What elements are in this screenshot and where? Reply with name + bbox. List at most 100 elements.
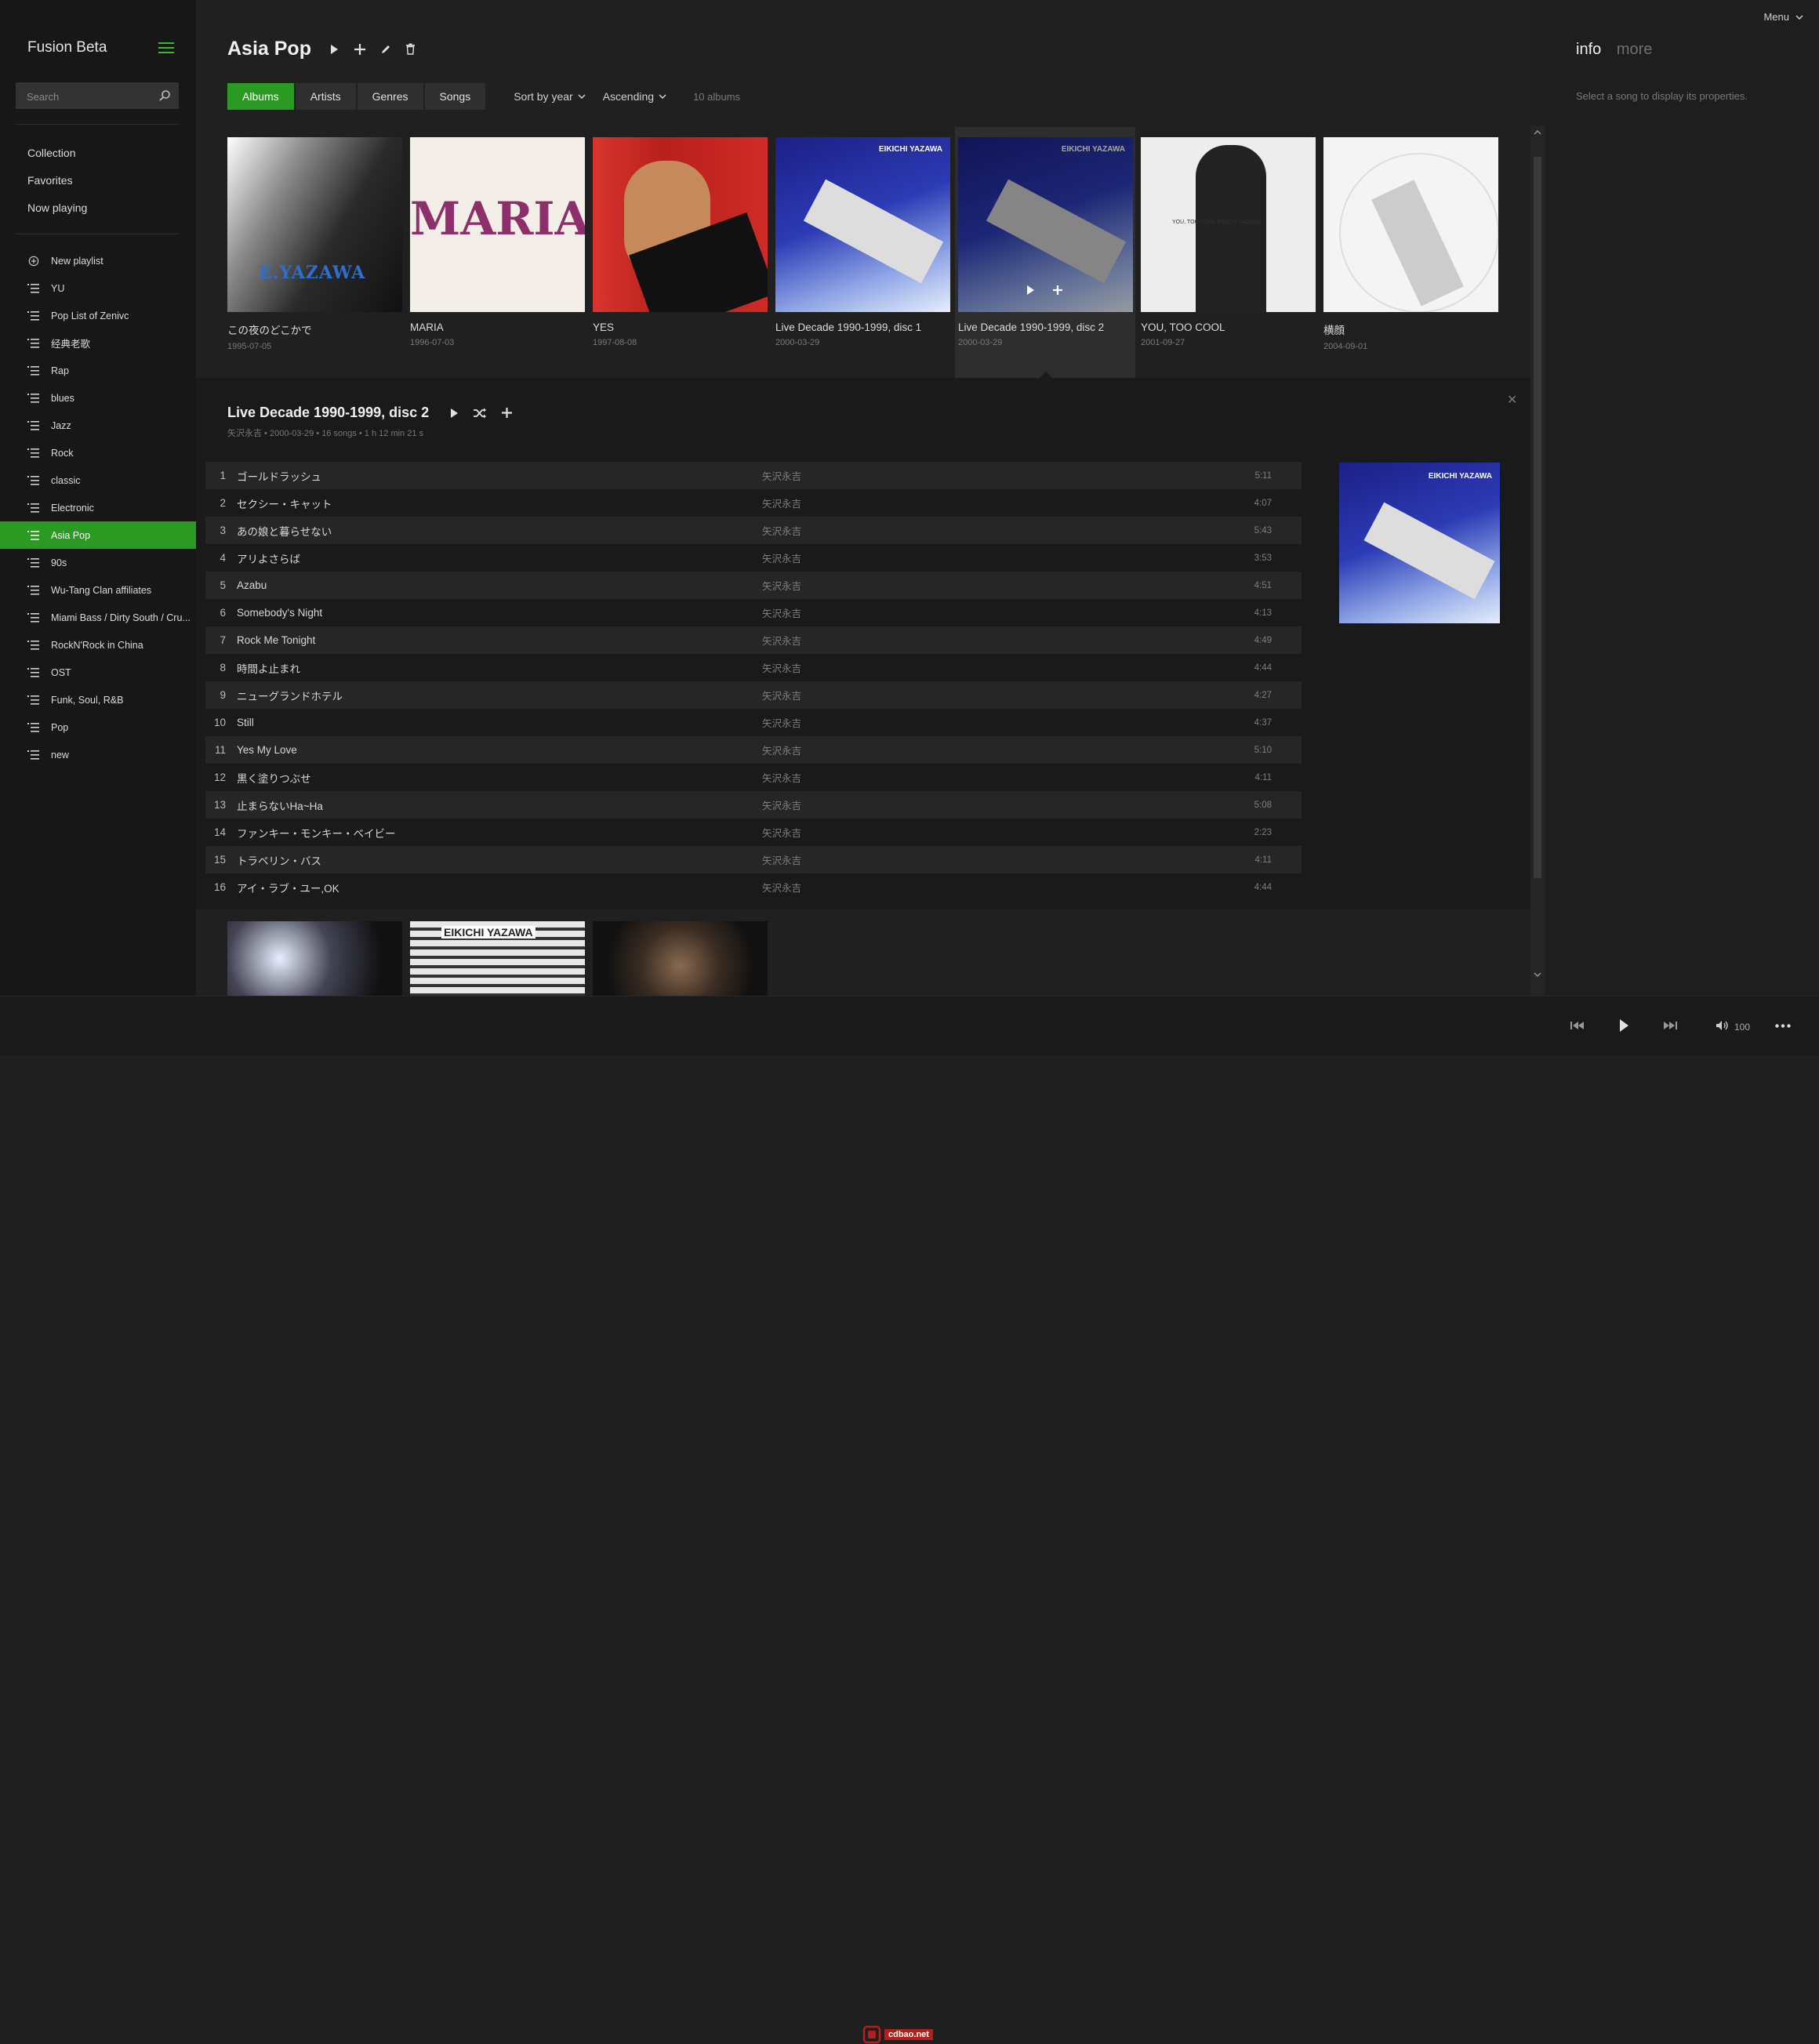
playlist-list: New playlist YU Pop List of Zenivc 经典老歌 Rap… <box>0 247 196 768</box>
sidebar-playlist-item[interactable]: Funk, Soul, R&B <box>0 686 196 713</box>
play-album-button[interactable] <box>449 408 459 419</box>
nav-favorites[interactable]: Favorites <box>0 167 196 194</box>
tab-genres[interactable]: Genres <box>357 83 423 110</box>
track-row[interactable]: 6 Somebody's Night 矢沢永吉 4:13 <box>205 599 1302 626</box>
track-row[interactable]: 7 Rock Me Tonight 矢沢永吉 4:49 <box>205 626 1302 654</box>
sidebar-playlist-item[interactable]: Jazz <box>0 412 196 439</box>
track-row[interactable]: 2 セクシー・キャット 矢沢永吉 4:07 <box>205 489 1302 517</box>
track-artist[interactable]: 矢沢永吉 <box>762 797 1209 812</box>
add-album-button[interactable] <box>501 407 513 419</box>
cover-text: MARIA <box>410 192 585 245</box>
track-row[interactable]: 15 トラベリン・バス 矢沢永吉 4:11 <box>205 846 1302 873</box>
track-row[interactable]: 8 時間よ止まれ 矢沢永吉 4:44 <box>205 654 1302 681</box>
delete-button[interactable] <box>405 43 416 55</box>
close-icon[interactable]: ✕ <box>1507 392 1517 408</box>
track-row[interactable]: 16 アイ・ラブ・ユー,OK 矢沢永吉 4:44 <box>205 873 1302 901</box>
album-card[interactable] <box>593 921 768 996</box>
sidebar-playlist-item[interactable]: Wu-Tang Clan affiliates <box>0 576 196 604</box>
album-card[interactable]: 横顔 2004-09-01 <box>1323 137 1498 351</box>
next-track-icon[interactable] <box>1662 1020 1678 1031</box>
track-artist[interactable]: 矢沢永吉 <box>762 496 1209 510</box>
track-row[interactable]: 12 黒く塗りつぶせ 矢沢永吉 4:11 <box>205 764 1302 791</box>
track-artist[interactable]: 矢沢永吉 <box>762 825 1209 840</box>
tab-albums[interactable]: Albums <box>227 83 294 110</box>
album-card[interactable]: YOU, TOO COOL EIKICHI YAZAWA YOU, TOO CO… <box>1141 137 1316 351</box>
sidebar-playlist-item[interactable]: new <box>0 741 196 768</box>
track-artist[interactable]: 矢沢永吉 <box>762 688 1209 703</box>
sidebar-playlist-item[interactable]: Pop <box>0 713 196 741</box>
sidebar-playlist-item[interactable]: Asia Pop <box>0 521 196 549</box>
play-icon[interactable] <box>1026 285 1035 296</box>
track-row[interactable]: 13 止まらないHa~Ha 矢沢永吉 5:08 <box>205 791 1302 819</box>
hamburger-menu-icon[interactable] <box>158 42 174 56</box>
main-scrollbar[interactable] <box>1530 125 1545 996</box>
album-card[interactable]: MARIA MARIA 1996-07-03 <box>410 137 585 351</box>
more-options-icon[interactable] <box>1775 1024 1791 1028</box>
search-input[interactable] <box>16 82 162 111</box>
sidebar-playlist-item[interactable]: Rock <box>0 439 196 467</box>
chevron-down-icon[interactable] <box>1534 972 1541 977</box>
track-row[interactable]: 14 ファンキー・モンキー・ベイビー 矢沢永吉 2:23 <box>205 819 1302 846</box>
sidebar-playlist-item[interactable]: Pop List of Zenivc <box>0 302 196 329</box>
sidebar-playlist-item[interactable]: blues <box>0 384 196 412</box>
track-artist[interactable]: 矢沢永吉 <box>762 660 1209 675</box>
track-number: 15 <box>213 854 226 866</box>
track-artist[interactable]: 矢沢永吉 <box>762 770 1209 785</box>
album-card[interactable]: EIKICHI YAZAWA Live Decade 1990-1999, di… <box>775 137 950 351</box>
album-card[interactable] <box>227 921 402 996</box>
sidebar-playlist-item[interactable]: 经典老歌 <box>0 329 196 357</box>
track-artist[interactable]: 矢沢永吉 <box>762 605 1209 620</box>
new-playlist-button[interactable]: New playlist <box>0 247 196 274</box>
track-row[interactable]: 5 Azabu 矢沢永吉 4:51 <box>205 572 1302 599</box>
sidebar-playlist-item[interactable]: OST <box>0 659 196 686</box>
sidebar-playlist-item[interactable]: 90s <box>0 549 196 576</box>
album-card[interactable]: EIKICHI YAZAWA <box>410 921 585 996</box>
track-artist[interactable]: 矢沢永吉 <box>762 550 1209 565</box>
album-card[interactable]: YES 1997-08-08 <box>593 137 768 351</box>
playlist-icon <box>27 557 39 568</box>
track-row[interactable]: 3 あの娘と暮らせない 矢沢永吉 5:43 <box>205 517 1302 544</box>
album-card[interactable]: E.YAZAWA この夜のどこかで 1995-07-05 <box>227 137 402 351</box>
track-artist[interactable]: 矢沢永吉 <box>762 742 1209 757</box>
tab-info[interactable]: info <box>1576 41 1601 58</box>
sidebar-playlist-item[interactable]: Rap <box>0 357 196 384</box>
order-dropdown[interactable]: Ascending <box>603 90 666 103</box>
sort-dropdown[interactable]: Sort by year <box>514 90 586 103</box>
tab-artists[interactable]: Artists <box>295 83 356 110</box>
tab-songs[interactable]: Songs <box>424 83 486 110</box>
nav-collection[interactable]: Collection <box>0 140 196 167</box>
sidebar-playlist-item[interactable]: Miami Bass / Dirty South / Cru... <box>0 604 196 631</box>
track-artist[interactable]: 矢沢永吉 <box>762 633 1209 648</box>
tab-more[interactable]: more <box>1617 41 1653 58</box>
track-row[interactable]: 9 ニューグランドホテル 矢沢永吉 4:27 <box>205 681 1302 709</box>
track-row[interactable]: 1 ゴールドラッシュ 矢沢永吉 5:11 <box>205 462 1302 489</box>
album-card-selected[interactable]: EIKICHI YAZAWA Live Decade 1990-1999, di… <box>958 137 1133 351</box>
track-artist[interactable]: 矢沢永吉 <box>762 523 1209 538</box>
edit-button[interactable] <box>380 44 391 55</box>
nav-now-playing[interactable]: Now playing <box>0 194 196 222</box>
top-menu-button[interactable]: Menu <box>1763 11 1803 23</box>
previous-track-icon[interactable] <box>1570 1020 1585 1031</box>
page-header: Asia Pop <box>227 38 430 60</box>
chevron-up-icon[interactable] <box>1534 130 1541 135</box>
play-button[interactable] <box>329 43 339 56</box>
sidebar-playlist-item[interactable]: classic <box>0 467 196 494</box>
sidebar-playlist-item[interactable]: RockN'Rock in China <box>0 631 196 659</box>
add-button[interactable] <box>354 43 366 56</box>
scrollbar-thumb[interactable] <box>1534 157 1541 878</box>
plus-icon[interactable] <box>1052 285 1063 296</box>
sidebar-playlist-item[interactable]: YU <box>0 274 196 302</box>
track-artist[interactable]: 矢沢永吉 <box>762 880 1209 895</box>
sidebar-playlist-item[interactable]: Electronic <box>0 494 196 521</box>
track-row[interactable]: 11 Yes My Love 矢沢永吉 5:10 <box>205 736 1302 764</box>
track-artist[interactable]: 矢沢永吉 <box>762 468 1209 483</box>
track-artist[interactable]: 矢沢永吉 <box>762 715 1209 730</box>
search-icon[interactable] <box>158 89 171 102</box>
track-artist[interactable]: 矢沢永吉 <box>762 578 1209 593</box>
track-artist[interactable]: 矢沢永吉 <box>762 852 1209 867</box>
play-icon[interactable] <box>1618 1018 1629 1033</box>
track-row[interactable]: 10 Still 矢沢永吉 4:37 <box>205 709 1302 736</box>
shuffle-button[interactable] <box>473 408 487 419</box>
volume-icon[interactable] <box>1716 1020 1730 1031</box>
track-row[interactable]: 4 アリよさらば 矢沢永吉 3:53 <box>205 544 1302 572</box>
